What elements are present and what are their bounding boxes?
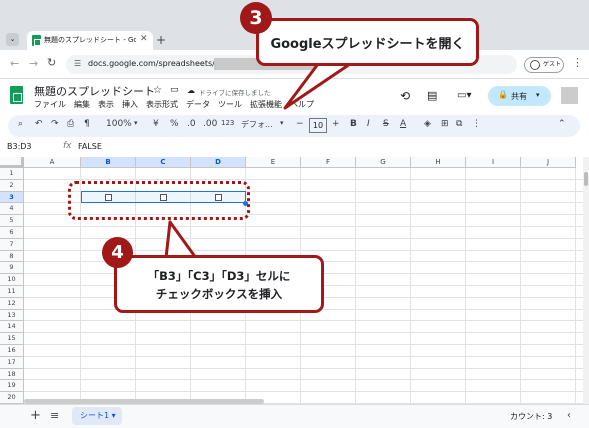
callout-4-pointer [164,220,198,260]
step3-badge: 3 [240,2,272,34]
step4-badge: 4 [102,237,133,268]
callout-step3-text: Googleスプレッドシートを開く [270,37,465,52]
callout-step4: 「B3」「C3」「D3」セルに チェックボックスを挿入 [114,255,324,313]
callout-step3: Googleスプレッドシートを開く [256,18,479,66]
callout-step4-line2: チェックボックスを挿入 [155,287,283,301]
callout-step4-line1: 「B3」「C3」「D3」セルに [147,269,291,283]
callout-3-pointer [283,62,352,110]
